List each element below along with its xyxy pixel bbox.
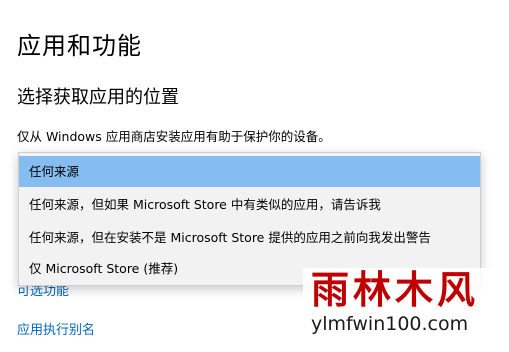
description-text: 仅从 Windows 应用商店安装应用有助于保护你的设备。 bbox=[17, 129, 331, 144]
page-title: 应用和功能 bbox=[17, 32, 142, 60]
dropdown-option-anywhere[interactable]: 任何来源 bbox=[19, 156, 480, 187]
dropdown-option-anywhere-warn[interactable]: 任何来源，但在安装不是 Microsoft Store 提供的应用之前向我发出警… bbox=[19, 222, 480, 253]
section-heading: 选择获取应用的位置 bbox=[17, 87, 179, 108]
settings-page: 应用和功能 选择获取应用的位置 仅从 Windows 应用商店安装应用有助于保护… bbox=[0, 0, 509, 352]
watermark-chinese-text: 雨林木风 bbox=[311, 267, 480, 312]
app-execution-aliases-link[interactable]: 应用执行别名 bbox=[17, 322, 95, 340]
dropdown-option-anywhere-notify[interactable]: 任何来源，但如果 Microsoft Store 中有类似的应用，请告诉我 bbox=[19, 189, 480, 220]
app-source-dropdown-list: 任何来源 任何来源，但如果 Microsoft Store 中有类似的应用，请告… bbox=[18, 152, 481, 286]
watermark-logo: 雨林木风 ylmfwin100.com bbox=[303, 268, 503, 348]
watermark-url-text: ylmfwin100.com bbox=[311, 313, 469, 335]
